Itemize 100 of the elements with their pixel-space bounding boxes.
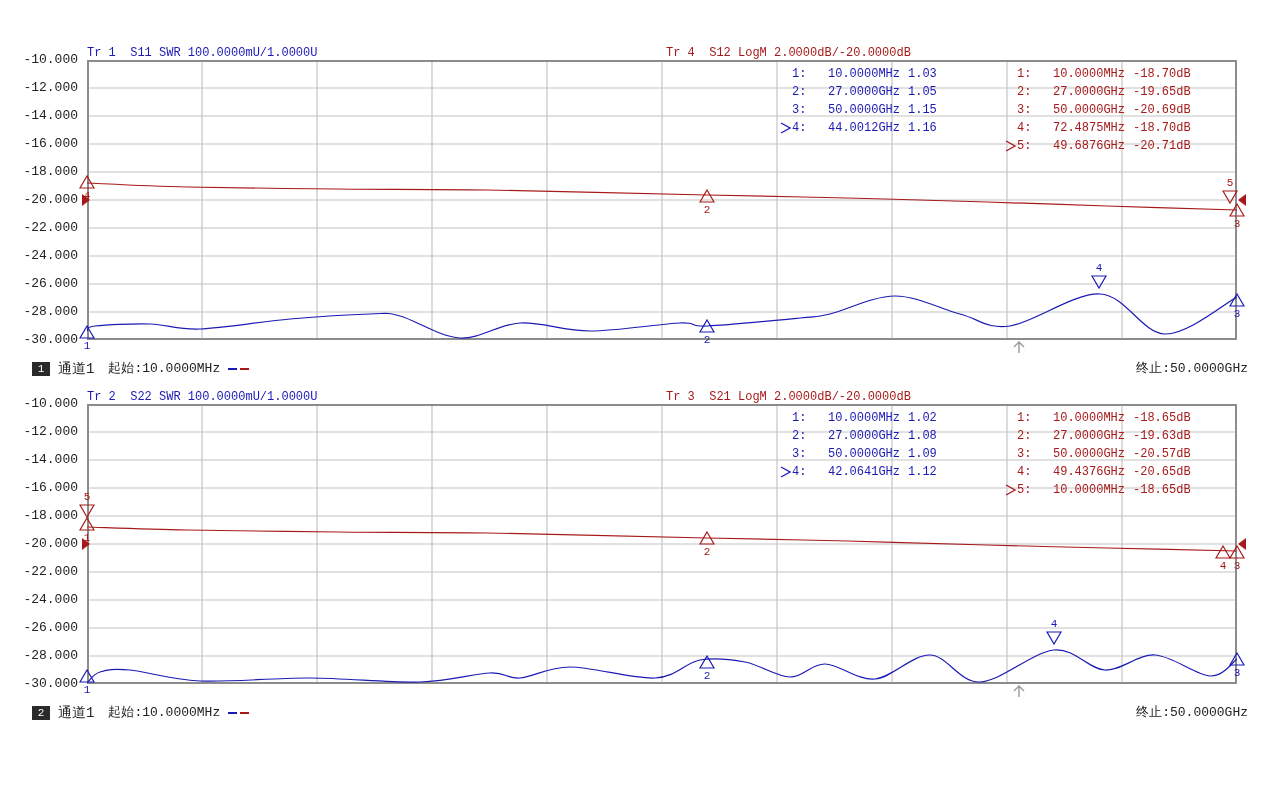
y-axis-label: -14.000 [23,108,78,124]
stop-frequency: 终止:50.0000GHz [1136,704,1248,723]
marker-index: 4: [792,120,808,137]
y-axis-label: -20.000 [23,192,78,208]
marker-value: 1.09 [908,446,937,463]
marker-label: 4 [1095,261,1103,275]
marker-index: 1: [792,66,808,83]
marker-label: 1 [83,531,91,545]
marker-label: 2 [703,669,711,683]
marker-index: 2: [792,428,808,445]
marker-label: 2 [703,203,711,217]
y-axis-label: -16.000 [23,480,78,496]
y-axis-label: -28.000 [23,648,78,664]
y-axis-label: -20.000 [23,536,78,552]
marker-index: 4: [792,464,808,481]
marker-frequency: 50.0000GHz [1053,102,1126,119]
y-axis-label: -24.000 [23,592,78,608]
y-axis-label: -30.000 [23,332,78,348]
y-axis-label: -12.000 [23,80,78,96]
marker-value: 1.12 [908,464,937,481]
marker-value: -20.71dB [1133,138,1191,155]
channel-number-badge: 1 [32,362,50,376]
marker-index: 3: [1017,102,1033,119]
trace-title: Tr 2 S22 SWR 100.0000mU/1.0000U [87,390,319,404]
marker-frequency: 44.0012GHz [828,120,901,137]
marker-value: 1.05 [908,84,937,101]
marker-value: -20.69dB [1133,102,1191,119]
marker-label: 1 [83,339,91,353]
marker-index: 2: [1017,84,1033,101]
marker-frequency: 10.0000MHz [828,66,901,83]
marker-value: 1.03 [908,66,937,83]
marker-index: 4: [1017,464,1033,481]
marker-label: 3 [1233,559,1241,573]
marker-label: 3 [1233,307,1241,321]
y-axis-label: -22.000 [23,564,78,580]
marker-frequency: 49.4376GHz [1053,464,1126,481]
marker-value: -18.70dB [1133,66,1191,83]
marker-frequency: 10.0000MHz [828,410,901,427]
marker-label: 2 [703,545,711,559]
marker-label: 3 [1233,217,1241,231]
marker-index: 5: [1017,138,1033,155]
marker-value: 1.02 [908,410,937,427]
y-axis-label: -26.000 [23,276,78,292]
marker-frequency: 27.0000GHz [1053,84,1126,101]
marker-index: 1: [792,410,808,427]
marker-value: 1.08 [908,428,937,445]
marker-label: 5 [1226,176,1234,190]
marker-index: 5: [1017,482,1033,499]
marker-value: 1.16 [908,120,937,137]
marker-index: 2: [792,84,808,101]
y-axis-label: -22.000 [23,220,78,236]
marker-index: 2: [1017,428,1033,445]
marker-index: 1: [1017,410,1033,427]
reference-arrow-icon [1238,194,1246,206]
marker-frequency: 72.4875MHz [1053,120,1126,137]
marker-label: 4 [83,189,91,203]
marker-value: 1.15 [908,102,937,119]
marker-frequency: 27.0000GHz [1053,428,1126,445]
marker-frequency: 27.0000GHz [828,84,901,101]
marker-frequency: 27.0000GHz [828,428,901,445]
y-axis-label: -30.000 [23,676,78,692]
marker-frequency: 50.0000GHz [828,102,901,119]
marker-frequency: 10.0000MHz [1053,66,1126,83]
marker-label: 4 [1219,559,1227,573]
marker-label: 4 [1050,617,1058,631]
marker-label: 3 [1233,666,1241,680]
channel-label: 通道1 [58,359,95,379]
y-axis-label: -26.000 [23,620,78,636]
marker-frequency: 10.0000MHz [1053,410,1126,427]
up-arrow-icon [1013,685,1025,697]
channel-number-badge: 2 [32,706,50,720]
marker-value: -18.65dB [1133,410,1191,427]
stop-frequency: 终止:50.0000GHz [1136,360,1248,379]
y-axis-label: -14.000 [23,452,78,468]
marker-value: -18.65dB [1133,482,1191,499]
marker-frequency: 49.6876GHz [1053,138,1126,155]
marker-frequency: 42.0641GHz [828,464,901,481]
marker-label: 2 [703,333,711,347]
y-axis-label: -18.000 [23,164,78,180]
marker-value: -20.65dB [1133,464,1191,481]
marker-label: 5 [83,490,91,504]
marker-value: -20.57dB [1133,446,1191,463]
trace-title: Tr 4 S12 LogM 2.0000dB/-20.0000dB [666,46,911,60]
y-axis-label: -12.000 [23,424,78,440]
y-axis-label: -16.000 [23,136,78,152]
marker-index: 3: [792,446,808,463]
y-axis-label: -10.000 [23,52,78,68]
marker-frequency: 50.0000GHz [828,446,901,463]
y-axis-label: -10.000 [23,396,78,412]
marker-index: 3: [792,102,808,119]
y-axis-label: -18.000 [23,508,78,524]
channel-label: 通道1 [58,703,95,723]
marker-index: 3: [1017,446,1033,463]
marker-frequency: 10.0000MHz [1053,482,1126,499]
start-frequency: 起始:10.0000MHz [108,704,221,723]
trace-title: Tr 1 S11 SWR 100.0000mU/1.0000U [87,46,319,60]
start-frequency: 起始:10.0000MHz [108,360,221,379]
reference-arrow-icon [1238,538,1246,550]
marker-value: -19.65dB [1133,84,1191,101]
marker-value: -19.63dB [1133,428,1191,445]
